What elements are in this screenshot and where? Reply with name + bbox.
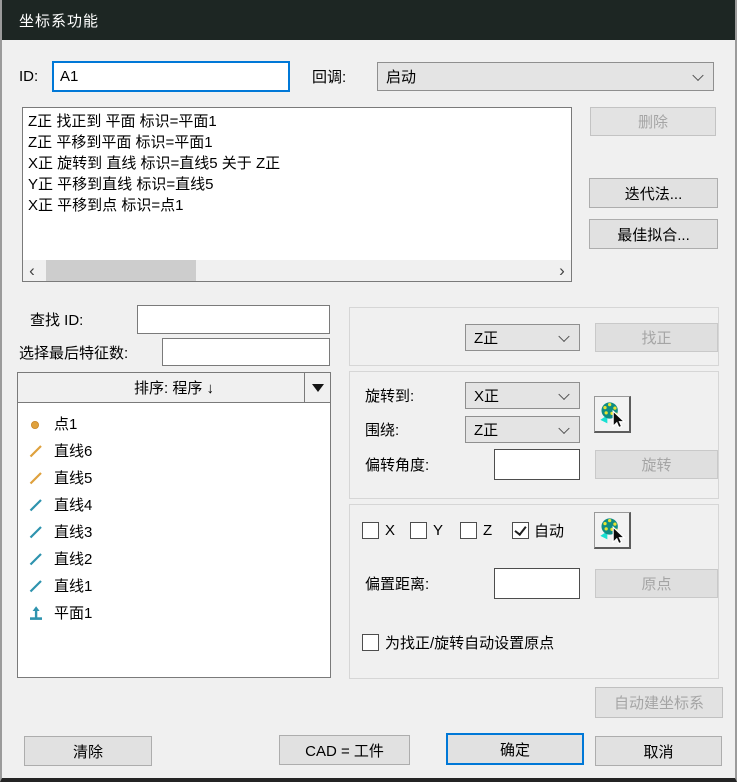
alignment-dialog: 坐标系功能 ID: 回调: 启动 Z正 找正到 平面 标识=平面1 Z正 平移到… (0, 0, 737, 782)
about-axis-value: Z正 (474, 419, 498, 440)
find-id-label: 查找 ID: (30, 305, 83, 334)
find-id-input[interactable] (137, 305, 330, 334)
plane-icon (28, 605, 44, 621)
offset-label: 偏置距离: (365, 568, 429, 599)
feature-name: 平面1 (54, 602, 92, 623)
angle-input[interactable] (494, 449, 580, 480)
z-checkbox[interactable] (460, 522, 477, 539)
sort-header[interactable]: 排序: 程序 ↓ (17, 372, 331, 403)
pick-origin-feature-button[interactable] (594, 512, 631, 549)
angle-label: 偏转角度: (365, 449, 429, 480)
about-axis-select[interactable]: Z正 (465, 416, 580, 443)
feature-name: 直线2 (54, 548, 92, 569)
auto-origin-checkbox[interactable] (362, 634, 379, 651)
x-checkbox-label: X (385, 521, 395, 540)
about-label: 围绕: (365, 416, 399, 443)
delete-button[interactable]: 删除 (590, 107, 716, 136)
horizontal-scrollbar[interactable]: ‹ › (23, 260, 571, 281)
feature-name: 直线5 (54, 467, 92, 488)
sort-dropdown-button[interactable] (304, 373, 330, 402)
select-last-count-label: 选择最后特征数: (19, 338, 128, 366)
list-item[interactable]: Z正 平移到平面 标识=平面1 (23, 132, 571, 153)
line-icon (28, 524, 44, 540)
chevron-down-icon (558, 388, 569, 399)
best-fit-button[interactable]: 最佳拟合... (589, 219, 718, 249)
y-checkbox[interactable] (410, 522, 427, 539)
x-checkbox[interactable] (362, 522, 379, 539)
triangle-down-icon (312, 384, 324, 392)
auto-checkbox-label: 自动 (534, 521, 564, 540)
scroll-right-icon[interactable]: › (553, 260, 571, 281)
line-icon (28, 578, 44, 594)
feature-name: 直线3 (54, 521, 92, 542)
feature-name: 直线6 (54, 440, 92, 461)
scroll-left-icon[interactable]: ‹ (23, 260, 41, 281)
callback-value: 启动 (386, 66, 416, 87)
id-input[interactable] (52, 61, 290, 92)
align-axis-value: Z正 (474, 327, 498, 348)
callback-select[interactable]: 启动 (377, 62, 714, 91)
scrollbar-thumb[interactable] (46, 260, 196, 281)
align-axis-select[interactable]: Z正 (465, 324, 580, 351)
tree-cursor-icon (598, 400, 626, 428)
auto-alignment-button[interactable]: 自动建坐标系 (595, 687, 723, 718)
align-button[interactable]: 找正 (595, 323, 718, 352)
rotate-to-value: X正 (474, 385, 499, 406)
chevron-down-icon (558, 330, 569, 341)
feature-row[interactable]: 直线4 (18, 491, 330, 518)
point-icon (28, 416, 44, 432)
list-item[interactable]: X正 旋转到 直线 标识=直线5 关于 Z正 (23, 153, 571, 174)
feature-name: 直线1 (54, 575, 92, 596)
select-last-count-input[interactable] (162, 338, 330, 366)
rotate-to-label: 旋转到: (365, 382, 414, 409)
cad-equals-part-button[interactable]: CAD = 工件 (279, 735, 410, 765)
line-icon (28, 470, 44, 486)
origin-button[interactable]: 原点 (595, 569, 718, 598)
alignment-steps-list[interactable]: Z正 找正到 平面 标识=平面1 Z正 平移到平面 标识=平面1 X正 旋转到 … (22, 107, 572, 282)
feature-row[interactable]: 直线2 (18, 545, 330, 572)
pick-feature-button[interactable] (594, 396, 631, 433)
list-item[interactable]: Y正 平移到直线 标识=直线5 (23, 174, 571, 195)
chevron-down-icon (692, 69, 703, 80)
ok-button[interactable]: 确定 (446, 733, 584, 765)
auto-checkbox[interactable] (512, 522, 529, 539)
feature-list[interactable]: 点1 直线6 直线5 直线4 直线3 直线2 直线1 平面1 (17, 402, 331, 678)
z-checkbox-label: Z (483, 521, 492, 540)
y-checkbox-label: Y (433, 521, 443, 540)
callback-label: 回调: (312, 61, 346, 92)
chevron-down-icon (558, 422, 569, 433)
feature-row[interactable]: 直线6 (18, 437, 330, 464)
feature-name: 直线4 (54, 494, 92, 515)
feature-row[interactable]: 平面1 (18, 599, 330, 626)
cancel-button[interactable]: 取消 (595, 736, 722, 766)
tree-cursor-icon (598, 516, 626, 544)
dialog-title: 坐标系功能 (19, 10, 99, 31)
line-icon (28, 497, 44, 513)
list-item[interactable]: X正 平移到点 标识=点1 (23, 195, 571, 216)
feature-row[interactable]: 直线5 (18, 464, 330, 491)
rotate-button[interactable]: 旋转 (595, 450, 718, 479)
id-label: ID: (19, 61, 38, 92)
feature-name: 点1 (54, 413, 77, 434)
feature-row[interactable]: 点1 (18, 410, 330, 437)
feature-row[interactable]: 直线3 (18, 518, 330, 545)
offset-input[interactable] (494, 568, 580, 599)
iterative-button[interactable]: 迭代法... (589, 178, 718, 208)
line-icon (28, 443, 44, 459)
rotate-to-select[interactable]: X正 (465, 382, 580, 409)
auto-origin-label: 为找正/旋转自动设置原点 (385, 633, 554, 652)
sort-label: 排序: 程序 ↓ (134, 377, 214, 398)
list-item[interactable]: Z正 找正到 平面 标识=平面1 (23, 111, 571, 132)
feature-row[interactable]: 直线1 (18, 572, 330, 599)
title-bar[interactable]: 坐标系功能 (0, 0, 737, 40)
clear-button[interactable]: 清除 (24, 736, 152, 766)
line-icon (28, 551, 44, 567)
